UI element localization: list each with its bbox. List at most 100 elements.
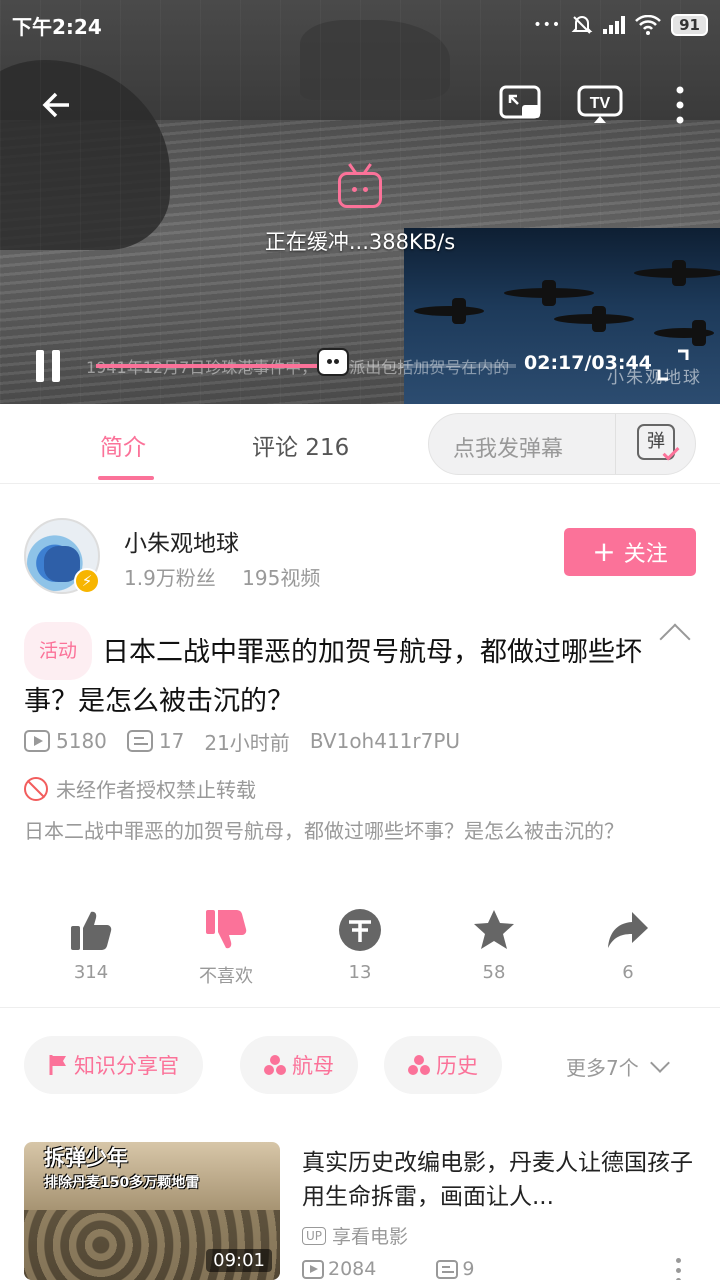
- plus-icon: +: [592, 535, 616, 568]
- like-count: 314: [73, 962, 109, 983]
- coin-count: 13: [348, 962, 372, 983]
- up-badge-icon: UP: [302, 1226, 327, 1245]
- tv-cast-icon[interactable]: TV: [576, 84, 624, 126]
- player-bottom-controls: 1941年12月7日珍珠港事件中，日本派出包括加贺号在内的 02:17/03:4…: [0, 340, 720, 390]
- uploader-fans: 1.9万粉丝: [124, 566, 216, 590]
- progress-bar[interactable]: [96, 364, 516, 368]
- dots-icon: •••: [533, 17, 562, 33]
- related-uploader-name: 享看电影: [332, 1226, 409, 1248]
- action-row: 314 不喜欢 13 58 6: [0, 904, 720, 1008]
- danmaku-count: 17: [158, 729, 185, 753]
- uploader-name[interactable]: 小朱观地球: [124, 524, 239, 558]
- mute-icon: [571, 16, 593, 34]
- star-icon: [474, 910, 514, 949]
- danmaku-placeholder: 点我发弹幕: [453, 437, 564, 462]
- favorite-count: 58: [482, 962, 506, 983]
- svg-text:TV: TV: [590, 95, 611, 112]
- danmaku-input[interactable]: 点我发弹幕 弹: [428, 413, 696, 475]
- more-vertical-icon[interactable]: [666, 84, 694, 126]
- chevron-down-icon: [649, 1052, 670, 1073]
- share-button[interactable]: 6: [578, 904, 678, 983]
- progress-fill: [96, 364, 334, 368]
- tag-icon: [408, 1055, 430, 1075]
- small-window-icon[interactable]: [498, 84, 544, 124]
- video-meta: 5180 17 21小时前 BV1oh411r7PU: [24, 726, 480, 756]
- progress-knob-tv-icon[interactable]: [317, 348, 350, 376]
- detail-tabs: 简介 评论 216 点我发弹幕 弹: [0, 404, 720, 484]
- fullscreen-icon[interactable]: [654, 346, 692, 384]
- uploader-video-count: 195视频: [242, 566, 321, 590]
- pause-icon[interactable]: [30, 346, 66, 386]
- video-title-block: 活动 日本二战中罪恶的加贺号航母，都做过哪些坏事？是怎么被击沉的？: [24, 622, 696, 724]
- related-view-count: 2084: [328, 1258, 377, 1280]
- video-duration: 09:01: [206, 1249, 272, 1272]
- more-tags-button[interactable]: 更多7个: [566, 1052, 670, 1081]
- play-count-icon: [24, 730, 50, 752]
- tab-comments[interactable]: 评论 216: [252, 428, 349, 462]
- favorite-button[interactable]: 58: [444, 904, 544, 983]
- dislike-button[interactable]: 不喜欢: [176, 904, 276, 988]
- tag-row: 知识分享官 航母 历史 更多7个: [0, 1036, 720, 1096]
- player-top-controls: TV: [0, 78, 720, 132]
- back-arrow-icon[interactable]: [36, 84, 78, 126]
- publish-time: 21小时前: [204, 730, 290, 755]
- video-detail-page: 小朱观地球 下午2:24 ••• 91 TV 正在缓冲...388KB/s 02…: [0, 0, 720, 1280]
- tag-chip[interactable]: 航母: [240, 1036, 358, 1094]
- like-button[interactable]: 314: [41, 904, 141, 983]
- related-stats: 2084 9: [302, 1258, 474, 1280]
- share-count: 6: [622, 962, 634, 983]
- chevron-up-icon[interactable]: [659, 623, 691, 655]
- related-uploader: UP 享看电影: [302, 1222, 408, 1249]
- uploader-stats: 1.9万粉丝 195视频: [124, 562, 320, 591]
- status-time: 下午2:24: [12, 14, 102, 39]
- uploader-info: ⚡ 小朱观地球 1.9万粉丝 195视频 + 关注: [0, 488, 720, 608]
- copyright-notice: 未经作者授权禁止转载: [24, 774, 256, 803]
- tab-intro[interactable]: 简介: [100, 428, 146, 462]
- timecode: 02:17/03:44: [524, 352, 652, 374]
- tag-icon: [264, 1055, 286, 1075]
- thumbs-up-icon: [71, 911, 112, 950]
- bilibili-tv-icon: [338, 172, 382, 208]
- thumbnail-subtitle: 排除丹麦150多万颗地雷: [44, 1175, 200, 1191]
- status-bar: 下午2:24 ••• 91: [0, 0, 720, 50]
- more-tags-label: 更多7个: [566, 1056, 639, 1080]
- active-tab-underline: [98, 476, 154, 480]
- coin-button[interactable]: 13: [310, 904, 410, 983]
- coin-icon: [339, 909, 381, 951]
- tag-label: 历史: [436, 1054, 478, 1078]
- wifi-icon: [635, 15, 662, 35]
- flag-icon: [49, 1055, 66, 1075]
- video-title-text: 日本二战中罪恶的加贺号航母，都做过哪些坏事？是怎么被击沉的？: [24, 637, 643, 717]
- related-thumbnail[interactable]: 拆弹少年 排除丹麦150多万颗地雷 09:01: [24, 1142, 280, 1280]
- signal-icon: [603, 16, 626, 34]
- tag-chip[interactable]: 知识分享官: [24, 1036, 203, 1094]
- related-danmaku-count: 9: [462, 1258, 475, 1280]
- more-vertical-icon[interactable]: [676, 1258, 682, 1280]
- video-player[interactable]: 小朱观地球 下午2:24 ••• 91 TV 正在缓冲...388KB/s 02…: [0, 0, 720, 404]
- danmaku-count-icon: [436, 1259, 459, 1279]
- thumbnail-title: 拆弹少年: [44, 1146, 128, 1170]
- tag-label: 知识分享官: [74, 1054, 179, 1078]
- related-video-card[interactable]: 拆弹少年 排除丹麦150多万颗地雷 09:01 真实历史改编电影，丹麦人让德国孩…: [24, 1142, 696, 1280]
- copyright-text: 未经作者授权禁止转载: [56, 778, 256, 802]
- thumbs-down-icon: [206, 910, 247, 949]
- view-count: 5180: [56, 729, 107, 753]
- play-count-icon: [302, 1259, 324, 1279]
- follow-label: 关注: [623, 542, 668, 567]
- buffering-text: 正在缓冲...388KB/s: [264, 230, 456, 254]
- battery-indicator: 91: [671, 14, 708, 36]
- share-arrow-icon: [608, 912, 648, 948]
- dislike-label: 不喜欢: [199, 966, 253, 987]
- related-title[interactable]: 真实历史改编电影，丹麦人让德国孩子用生命拆雷，画面让人...: [302, 1146, 696, 1214]
- lightning-verified-icon: ⚡: [74, 568, 100, 594]
- follow-button[interactable]: + 关注: [564, 528, 696, 576]
- video-title: 活动 日本二战中罪恶的加贺号航母，都做过哪些坏事？是怎么被击沉的？: [24, 622, 654, 724]
- prohibited-icon: [24, 776, 48, 801]
- danmaku-count-icon: [126, 730, 153, 752]
- buffering-indicator: 正在缓冲...388KB/s: [0, 160, 720, 256]
- tag-chip[interactable]: 历史: [384, 1036, 502, 1094]
- activity-badge[interactable]: 活动: [24, 622, 93, 680]
- bvid: BV1oh411r7PU: [309, 729, 461, 753]
- video-description: 日本二战中罪恶的加贺号航母，都做过哪些坏事？是怎么被击沉的？: [24, 819, 624, 843]
- tag-label: 航母: [292, 1054, 334, 1078]
